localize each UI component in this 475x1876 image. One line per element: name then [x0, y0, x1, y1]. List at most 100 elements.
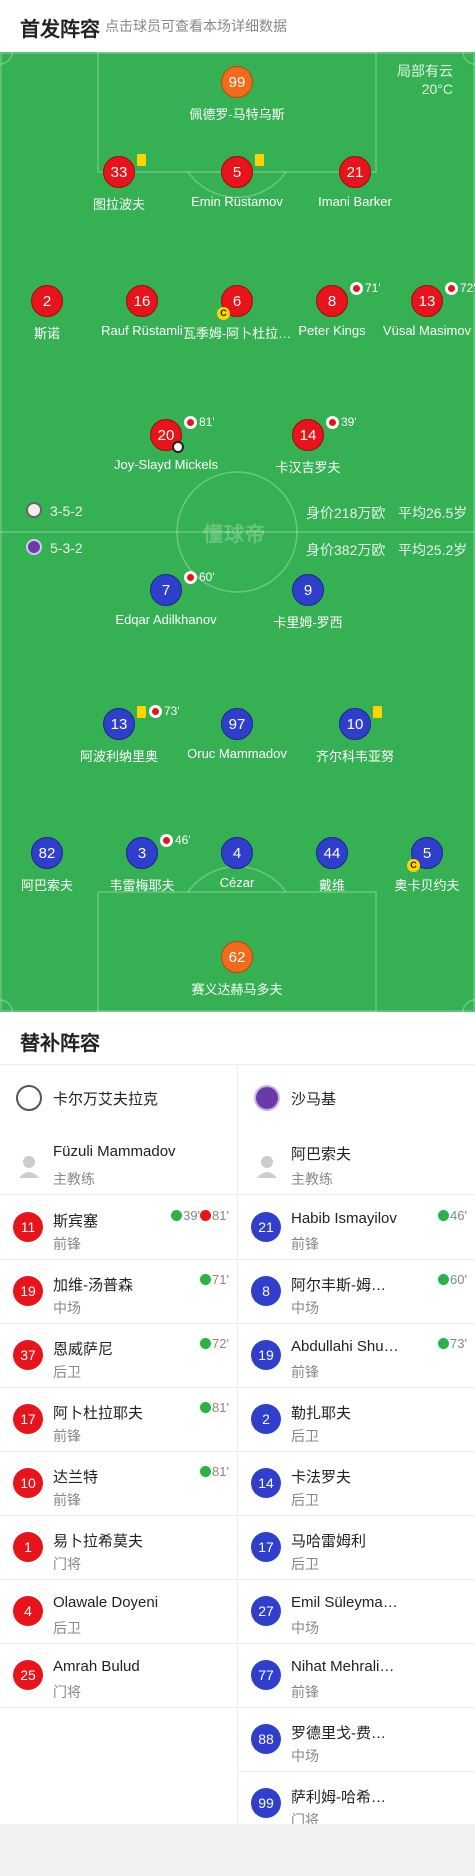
sub-player-row[interactable]: 88 罗德里戈-费… 中场 [238, 1708, 475, 1772]
sub-player-name: Olawale Doyeni [53, 1594, 159, 1611]
sub-player-position: 前锋 [291, 1236, 319, 1252]
sub-player-row[interactable]: 10 达兰特 前锋 81' [0, 1452, 237, 1516]
sub-player-position: 前锋 [53, 1236, 81, 1252]
player-number: 13 [103, 708, 135, 740]
sub-player-name: 马哈雷姆利 [291, 1533, 367, 1550]
coach-avatar-icon [257, 1156, 277, 1178]
sub-in-icon [438, 1210, 450, 1221]
player-number: 8 [316, 285, 348, 317]
player-marker[interactable]: 13 Vüsal Masimov 72' [357, 281, 475, 349]
sub-in-minute: 46' [450, 1208, 467, 1223]
yellow-card-icon [137, 154, 146, 166]
yellow-card-icon [255, 154, 264, 166]
player-marker[interactable]: 62 赛义达赫马多夫 [167, 941, 307, 1005]
sub-player-row[interactable]: 27 Emil Süleyma… 中场 [238, 1580, 475, 1644]
sub-player-row[interactable]: 2 勒扎耶夫后卫 [238, 1388, 475, 1452]
sub-player-number: 11 [13, 1212, 43, 1242]
sub-event-info: 72' [200, 1336, 229, 1351]
sub-player-position: 中场 [291, 1748, 319, 1764]
sub-in-minute: 39' [183, 1208, 201, 1223]
sub-player-row[interactable]: 19 Abdullahi Shu… 前锋 73' [238, 1324, 475, 1388]
player-marker[interactable]: 9 卡里姆-罗西 [238, 574, 378, 638]
away-team-row: 5-3-2 身价382万欧 平均25.2岁 [0, 537, 475, 559]
player-number: 9 [292, 574, 324, 606]
sub-player-number: 77 [251, 1660, 281, 1690]
sub-player-row[interactable]: 14 卡法罗夫 后卫 [238, 1452, 475, 1516]
sub-out-icon [200, 1210, 212, 1221]
sub-player-number: 4 [13, 1596, 43, 1626]
page-footer [0, 1824, 475, 1876]
away-team-icon [26, 539, 42, 555]
sub-player-row[interactable]: 11 斯宾塞 前锋 39' 81' [0, 1196, 237, 1260]
lineup-header: 首发阵容 点击球员可查看本场详细数据 [0, 0, 475, 80]
player-marker[interactable]: 14 卡汉吉罗夫 39' [238, 415, 378, 483]
home-team-name: 卡尔万艾夫拉克 [53, 1091, 159, 1108]
captain-icon: C [217, 307, 230, 320]
sub-player-number: 19 [251, 1340, 281, 1370]
away-coach[interactable]: 阿巴索夫 主教练 [238, 1129, 475, 1195]
player-name: Edqar Adilkhanov [115, 612, 217, 627]
sub-player-position: 前锋 [53, 1428, 81, 1444]
player-marker[interactable]: 99 佩德罗-马特乌斯 [167, 66, 307, 130]
player-marker[interactable]: 10 齐尔科韦亚努 [285, 706, 425, 772]
sub-in-minute: 81' [212, 1400, 229, 1415]
player-number: 4 [221, 837, 253, 869]
player-name: 佩德罗-马特乌斯 [189, 107, 285, 122]
sub-player-row[interactable]: 17 阿卜杜拉耶夫 前锋 81' [0, 1388, 237, 1452]
sub-event-info: 46' [438, 1208, 467, 1223]
coach-role: 主教练 [291, 1171, 333, 1187]
sub-off-icon [326, 416, 339, 429]
home-coach[interactable]: Füzuli Mammadov 主教练 [0, 1129, 237, 1195]
sub-player-row[interactable]: 37 恩威萨尼 后卫 72' [0, 1324, 237, 1388]
sub-off-minute: 39' [341, 415, 357, 429]
sub-player-row[interactable]: 17 马哈雷姆利 后卫 [238, 1516, 475, 1580]
sub-player-row[interactable]: 1 易卜拉希莫夫 门将 [0, 1516, 237, 1580]
player-number: 33 [103, 156, 135, 188]
player-marker[interactable]: 21 Imani Barker [285, 156, 425, 220]
sub-player-row[interactable]: 4 Olawale Doyeni 后卫 [0, 1580, 237, 1644]
sub-player-row[interactable]: 8 阿尔丰斯-姆… 中场 60' [238, 1260, 475, 1324]
sub-player-position: 后卫 [291, 1428, 319, 1444]
weather-info: 局部有云 20°C [397, 62, 453, 98]
home-team-header[interactable]: 卡尔万艾夫拉克 [0, 1065, 237, 1129]
home-team-icon [26, 502, 42, 518]
sub-player-position: 前锋 [291, 1364, 319, 1380]
sub-player-position: 门将 [53, 1684, 81, 1700]
away-team-header[interactable]: 沙马基 [238, 1065, 475, 1129]
sub-player-row[interactable]: 25 Amrah Bulud 门将 [0, 1644, 237, 1708]
lineup-title: 首发阵容 [20, 19, 100, 41]
player-marker[interactable]: 7 Edqar Adilkhanov 60' [96, 570, 236, 638]
sub-player-row[interactable]: 19 加维-汤普森 中场 71' [0, 1260, 237, 1324]
home-formation: 3-5-2 [50, 503, 83, 519]
player-name: Vüsal Masimov [382, 323, 472, 338]
yellow-card-icon [137, 706, 146, 718]
player-number: 16 [126, 285, 158, 317]
sub-player-name: 勒扎耶夫 [291, 1405, 352, 1422]
sub-in-minute: 72' [212, 1336, 229, 1351]
sub-player-name: Abdullahi Shu… [291, 1338, 399, 1355]
sub-off-minute: 60' [199, 570, 215, 584]
sub-player-number: 21 [251, 1212, 281, 1242]
sub-event-info: 60' [438, 1272, 467, 1287]
sub-player-name: 萨利姆-哈希… [291, 1789, 386, 1806]
player-marker[interactable]: 20 Joy-Slayd Mickels 81' [96, 415, 236, 483]
player-number: 2 [31, 285, 63, 317]
sub-player-position: 前锋 [291, 1684, 319, 1700]
player-number: 13 [411, 285, 443, 317]
sub-off-icon [149, 705, 162, 718]
player-name: 齐尔科韦亚努 [315, 749, 394, 764]
sub-in-icon [200, 1274, 212, 1285]
sub-player-row[interactable]: 77 Nihat Mehrali… 前锋 [238, 1644, 475, 1708]
sub-player-name: 恩威萨尼 [53, 1341, 114, 1358]
player-number: 3 [126, 837, 158, 869]
sub-event-info: 71' [200, 1272, 229, 1287]
player-number: 44 [316, 837, 348, 869]
weather-condition: 局部有云 [397, 63, 453, 79]
home-team-age: 平均26.5岁 [398, 505, 468, 521]
player-marker[interactable]: 5 奥卡贝约夫 C [357, 837, 475, 901]
weather-temp: 20°C [421, 81, 453, 97]
sub-player-number: 2 [251, 1404, 281, 1434]
player-name: 卡汉吉罗夫 [275, 460, 341, 475]
sub-player-name: Nihat Mehrali… [291, 1658, 395, 1675]
sub-player-row[interactable]: 21 Habib Ismayilov 前锋 46' [238, 1196, 475, 1260]
